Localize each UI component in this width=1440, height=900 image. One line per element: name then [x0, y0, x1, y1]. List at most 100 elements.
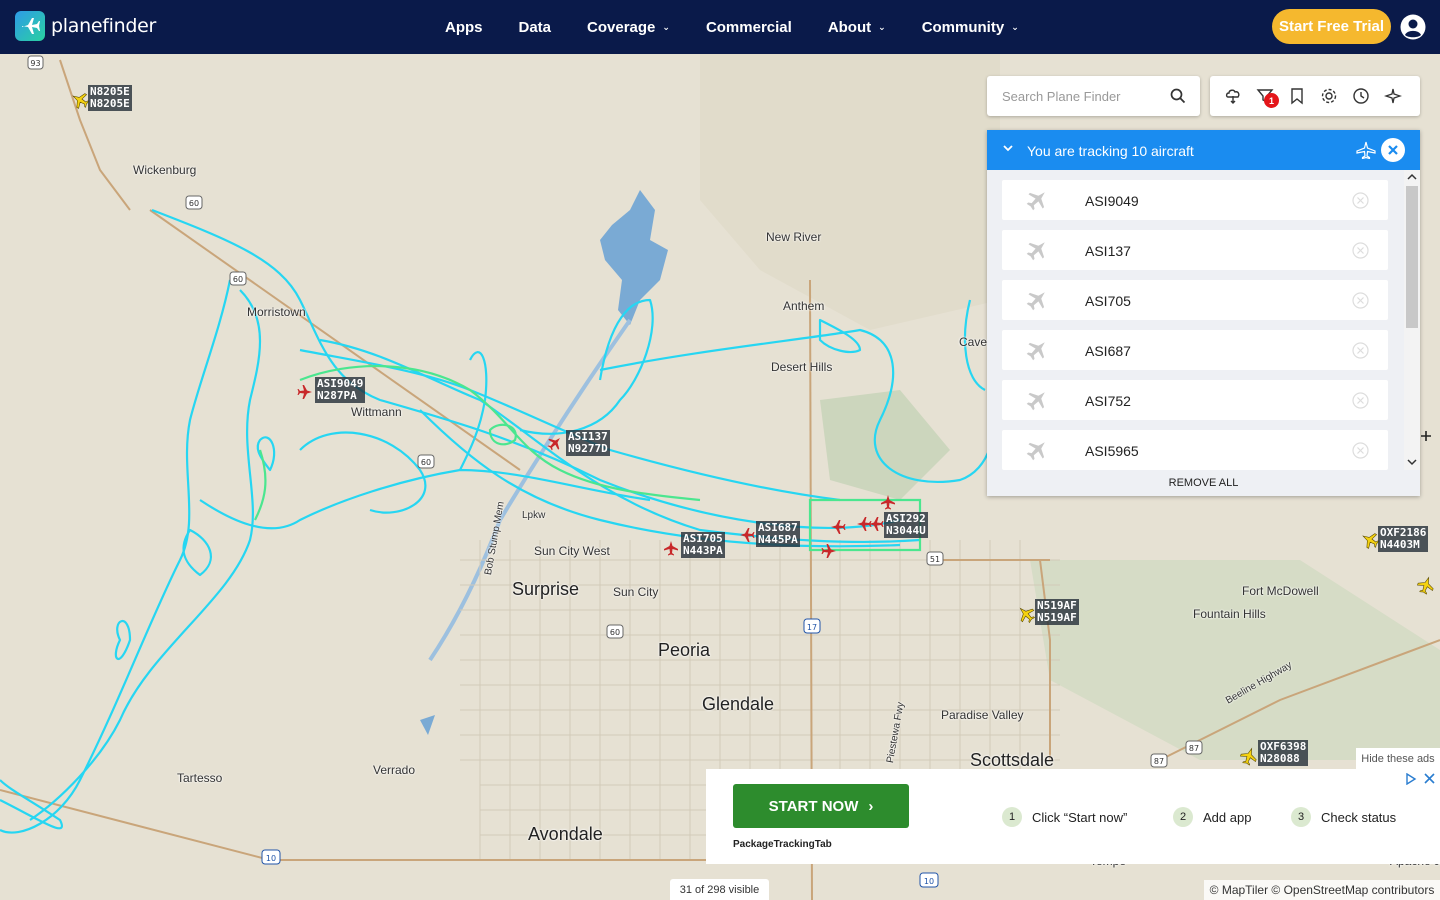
main-nav: Apps Data Coverage ⌄ Commercial About ⌄ Co… [445, 0, 1055, 54]
chevron-up-icon[interactable] [1407, 173, 1417, 181]
svg-text:87: 87 [1189, 744, 1199, 753]
map-toolbar [1210, 76, 1420, 116]
search-input[interactable] [1002, 88, 1162, 104]
plane-icon [1026, 292, 1045, 311]
place-fountain-hills: Fountain Hills [1193, 607, 1266, 621]
logo-text: planefinder [51, 15, 156, 37]
road-loop: Lpkw [522, 510, 546, 521]
zoom-controls [1418, 428, 1440, 468]
gear-icon[interactable] [1320, 87, 1338, 105]
place-fort-mcdowell: Fort McDowell [1242, 584, 1319, 598]
svg-text:51: 51 [930, 555, 940, 564]
svg-text:17: 17 [807, 623, 817, 632]
ad-step: 1 Click “Start now” [1002, 807, 1127, 827]
place-cave: Cave [959, 335, 988, 349]
weather-icon[interactable] [1224, 87, 1242, 105]
hide-ads-link[interactable]: Hide these ads [1356, 748, 1440, 769]
aircraft-tag[interactable]: OXF2186 N4403M [1378, 526, 1429, 552]
place-anthem: Anthem [783, 299, 825, 313]
place-new-river: New River [766, 230, 822, 244]
plane-logo-icon [15, 11, 45, 41]
tracked-aircraft-row[interactable]: ASI137 [1002, 230, 1388, 270]
place-verrado: Verrado [373, 763, 416, 777]
tracked-aircraft-row[interactable]: ASI705 [1002, 280, 1388, 320]
aircraft-tag[interactable]: OXF6398 N28088 [1258, 740, 1309, 766]
remove-aircraft-icon[interactable] [1352, 292, 1369, 309]
nav-commercial[interactable]: Commercial [706, 19, 792, 36]
tracked-aircraft-row[interactable]: ASI5965 [1002, 430, 1388, 470]
aircraft-tag[interactable]: ASI687 N445PA [756, 521, 800, 547]
top-navigation-bar: planefinder Apps Data Coverage ⌄ Commerci… [0, 0, 1440, 54]
nav-coverage[interactable]: Coverage ⌄ [587, 19, 670, 36]
map-attribution[interactable]: © MapTiler © OpenStreetMap contributors [1204, 880, 1440, 900]
close-icon[interactable] [1424, 773, 1435, 784]
aircraft-tag[interactable]: ASI292 N3044U [884, 512, 928, 538]
aircraft-tag[interactable]: N519AF N519AF [1035, 599, 1079, 625]
ad-start-now-button[interactable]: START NOW › [733, 784, 909, 828]
tracked-aircraft-callsign: ASI9049 [1085, 193, 1139, 209]
scrollbar-thumb[interactable] [1406, 186, 1418, 328]
ad-step: 3 Check status [1291, 807, 1396, 827]
place-surprise: Surprise [512, 579, 580, 599]
start-free-trial-button[interactable]: Start Free Trial [1272, 9, 1391, 44]
chevron-down-icon[interactable] [1407, 458, 1417, 466]
tracked-aircraft-list: ASI9049 ASI137 ASI705 ASI687 ASI752 ASI5… [987, 170, 1404, 470]
tracked-aircraft-row[interactable]: ASI687 [1002, 330, 1388, 370]
aircraft-tag[interactable]: ASI705 N443PA [681, 532, 725, 558]
tracked-aircraft-callsign: ASI752 [1085, 393, 1131, 409]
user-account-icon[interactable] [1400, 14, 1426, 40]
nav-apps[interactable]: Apps [445, 19, 483, 36]
close-icon [1388, 145, 1398, 155]
svg-text:60: 60 [421, 458, 431, 467]
svg-text:87: 87 [1154, 757, 1164, 766]
tracking-panel-header: You are tracking 10 aircraft [987, 130, 1420, 170]
place-sun-city-west: Sun City West [534, 544, 610, 558]
advertisement: START NOW › PackageTrackingTab 1 Click “St… [706, 769, 1440, 864]
zoom-in-icon[interactable] [1421, 431, 1431, 441]
tracked-aircraft-callsign: ASI687 [1085, 343, 1131, 359]
remove-aircraft-icon[interactable] [1352, 342, 1369, 359]
tracked-aircraft-row[interactable]: ASI752 [1002, 380, 1388, 420]
planefinder-logo[interactable]: planefinder [15, 11, 156, 41]
chevron-down-icon[interactable] [1002, 142, 1014, 154]
chevron-down-icon: ⌄ [662, 21, 670, 32]
plane-outline-icon [1356, 141, 1376, 159]
nav-community[interactable]: Community ⌄ [922, 19, 1019, 36]
place-paradise-valley: Paradise Valley [941, 708, 1024, 722]
place-desert-hills: Desert Hills [771, 360, 833, 374]
chevron-down-icon: ⌄ [1011, 21, 1019, 32]
remove-aircraft-icon[interactable] [1352, 392, 1369, 409]
panel-scrollbar[interactable] [1404, 170, 1420, 470]
ad-brand: PackageTrackingTab [733, 839, 832, 850]
shield-93: 93 [30, 59, 40, 68]
plane-icon [1026, 392, 1045, 411]
history-icon[interactable] [1352, 87, 1370, 105]
close-tracking-button[interactable] [1381, 138, 1405, 162]
tracked-aircraft-callsign: ASI137 [1085, 243, 1131, 259]
place-wickenburg: Wickenburg [133, 163, 197, 177]
search-box [987, 76, 1200, 116]
visible-aircraft-count: 31 of 298 visible [670, 879, 769, 900]
remove-all-button[interactable]: REMOVE ALL [987, 470, 1420, 496]
svg-text:60: 60 [189, 199, 199, 208]
search-icon[interactable] [1170, 88, 1186, 104]
plane-settings-icon[interactable] [1384, 87, 1402, 105]
aircraft-tag[interactable]: ASI137 N9277D [566, 430, 610, 456]
bookmark-icon[interactable] [1288, 87, 1306, 105]
ad-info-icon[interactable] [1405, 773, 1417, 785]
chevron-right-icon: › [868, 797, 874, 815]
svg-text:10: 10 [924, 877, 934, 886]
remove-aircraft-icon[interactable] [1352, 242, 1369, 259]
remove-aircraft-icon[interactable] [1352, 442, 1369, 459]
aircraft-tag[interactable]: ASI9049 N287PA [315, 377, 366, 403]
nav-data[interactable]: Data [519, 19, 552, 36]
place-scottsdale: Scottsdale [970, 750, 1055, 770]
tracked-aircraft-callsign: ASI705 [1085, 293, 1131, 309]
aircraft-tag[interactable]: N8205E N8205E [88, 85, 132, 111]
filter-count-badge: 1 [1264, 93, 1279, 108]
remove-aircraft-icon[interactable] [1352, 192, 1369, 209]
place-wittmann: Wittmann [351, 405, 402, 419]
svg-text:60: 60 [610, 628, 620, 637]
nav-about[interactable]: About ⌄ [828, 19, 886, 36]
tracked-aircraft-row[interactable]: ASI9049 [1002, 180, 1388, 220]
